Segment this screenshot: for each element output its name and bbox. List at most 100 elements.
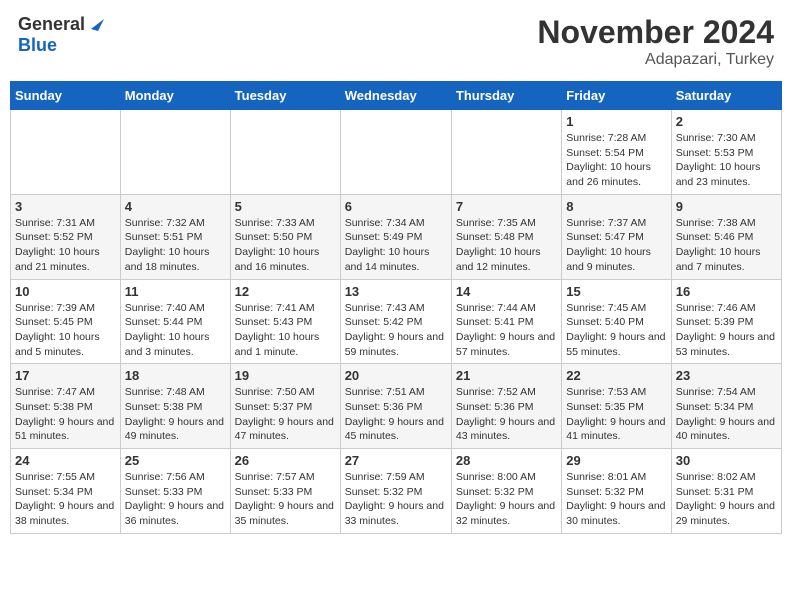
- day-info: Sunrise: 7:43 AM Sunset: 5:42 PM Dayligh…: [345, 301, 447, 360]
- calendar-cell: 10Sunrise: 7:39 AM Sunset: 5:45 PM Dayli…: [11, 279, 121, 364]
- calendar-table: SundayMondayTuesdayWednesdayThursdayFrid…: [10, 81, 782, 534]
- calendar-cell: 14 Sunrise: 7:44 AM Sunset: 5:41 PM Dayli…: [451, 279, 561, 364]
- calendar-cell: 17 Sunrise: 7:47 AM Sunset: 5:38 PM Dayli…: [11, 364, 121, 449]
- day-number: 19: [235, 368, 336, 383]
- title-area: November 2024 Adapazari, Turkey: [537, 14, 774, 69]
- calendar-cell: [11, 110, 121, 195]
- calendar-cell: 5 Sunrise: 7:33 AM Sunset: 5:50 PM Daylig…: [230, 194, 340, 279]
- calendar-cell: 13 Sunrise: 7:43 AM Sunset: 5:42 PM Dayli…: [340, 279, 451, 364]
- day-info: Sunrise: 7:44 AM Sunset: 5:41 PM Dayligh…: [456, 301, 557, 360]
- location-title: Adapazari, Turkey: [537, 51, 774, 69]
- day-info: Sunrise: 7:48 AM Sunset: 5:38 PM Dayligh…: [125, 385, 226, 444]
- day-info: Sunrise: 7:35 AM Sunset: 5:48 PM Dayligh…: [456, 216, 557, 275]
- day-number: 23: [676, 368, 777, 383]
- calendar-cell: 24 Sunrise: 7:55 AM Sunset: 5:34 PM Dayli…: [11, 449, 121, 534]
- day-number: 25: [125, 453, 226, 468]
- day-number: 2: [676, 114, 777, 129]
- calendar-day-header: Friday: [562, 82, 671, 110]
- calendar-cell: 28 Sunrise: 8:00 AM Sunset: 5:32 PM Dayli…: [451, 449, 561, 534]
- calendar-cell: [230, 110, 340, 195]
- day-number: 20: [345, 368, 447, 383]
- day-info: Sunrise: 7:40 AM Sunset: 5:44 PM Dayligh…: [125, 301, 226, 360]
- day-number: 28: [456, 453, 557, 468]
- calendar-week-row: 17 Sunrise: 7:47 AM Sunset: 5:38 PM Dayli…: [11, 364, 782, 449]
- day-number: 22: [566, 368, 666, 383]
- day-number: 14: [456, 284, 557, 299]
- day-info: Sunrise: 7:50 AM Sunset: 5:37 PM Dayligh…: [235, 385, 336, 444]
- day-info: Sunrise: 7:52 AM Sunset: 5:36 PM Dayligh…: [456, 385, 557, 444]
- calendar-day-header: Thursday: [451, 82, 561, 110]
- day-number: 12: [235, 284, 336, 299]
- calendar-cell: 9Sunrise: 7:38 AM Sunset: 5:46 PM Daylig…: [671, 194, 781, 279]
- day-info: Sunrise: 7:45 AM Sunset: 5:40 PM Dayligh…: [566, 301, 666, 360]
- day-number: 7: [456, 199, 557, 214]
- day-number: 16: [676, 284, 777, 299]
- day-info: Sunrise: 7:56 AM Sunset: 5:33 PM Dayligh…: [125, 470, 226, 529]
- page-header: General Blue November 2024 Adapazari, Tu…: [10, 10, 782, 73]
- day-number: 26: [235, 453, 336, 468]
- calendar-cell: 26Sunrise: 7:57 AM Sunset: 5:33 PM Dayli…: [230, 449, 340, 534]
- day-info: Sunrise: 7:55 AM Sunset: 5:34 PM Dayligh…: [15, 470, 116, 529]
- logo-general-text: General: [18, 14, 85, 35]
- calendar-day-header: Tuesday: [230, 82, 340, 110]
- calendar-cell: 20 Sunrise: 7:51 AM Sunset: 5:36 PM Dayli…: [340, 364, 451, 449]
- day-number: 24: [15, 453, 116, 468]
- day-info: Sunrise: 7:31 AM Sunset: 5:52 PM Dayligh…: [15, 216, 116, 275]
- day-number: 30: [676, 453, 777, 468]
- calendar-cell: 29 Sunrise: 8:01 AM Sunset: 5:32 PM Dayli…: [562, 449, 671, 534]
- day-info: Sunrise: 7:51 AM Sunset: 5:36 PM Dayligh…: [345, 385, 447, 444]
- day-info: Sunrise: 7:47 AM Sunset: 5:38 PM Dayligh…: [15, 385, 116, 444]
- calendar-cell: 21 Sunrise: 7:52 AM Sunset: 5:36 PM Dayli…: [451, 364, 561, 449]
- calendar-cell: 15 Sunrise: 7:45 AM Sunset: 5:40 PM Dayli…: [562, 279, 671, 364]
- day-info: Sunrise: 8:01 AM Sunset: 5:32 PM Dayligh…: [566, 470, 666, 529]
- calendar-cell: 22 Sunrise: 7:53 AM Sunset: 5:35 PM Dayli…: [562, 364, 671, 449]
- calendar-cell: 12 Sunrise: 7:41 AM Sunset: 5:43 PM Dayli…: [230, 279, 340, 364]
- calendar-cell: 23Sunrise: 7:54 AM Sunset: 5:34 PM Dayli…: [671, 364, 781, 449]
- calendar-day-header: Sunday: [11, 82, 121, 110]
- calendar-week-row: 1 Sunrise: 7:28 AM Sunset: 5:54 PM Daylig…: [11, 110, 782, 195]
- calendar-cell: 11 Sunrise: 7:40 AM Sunset: 5:44 PM Dayli…: [120, 279, 230, 364]
- day-number: 3: [15, 199, 116, 214]
- calendar-cell: 4 Sunrise: 7:32 AM Sunset: 5:51 PM Daylig…: [120, 194, 230, 279]
- logo-bird-icon: [86, 15, 104, 33]
- calendar-cell: [451, 110, 561, 195]
- day-number: 9: [676, 199, 777, 214]
- day-info: Sunrise: 7:53 AM Sunset: 5:35 PM Dayligh…: [566, 385, 666, 444]
- day-number: 15: [566, 284, 666, 299]
- calendar-week-row: 10Sunrise: 7:39 AM Sunset: 5:45 PM Dayli…: [11, 279, 782, 364]
- calendar-cell: 3 Sunrise: 7:31 AM Sunset: 5:52 PM Daylig…: [11, 194, 121, 279]
- day-number: 17: [15, 368, 116, 383]
- calendar-cell: 19 Sunrise: 7:50 AM Sunset: 5:37 PM Dayli…: [230, 364, 340, 449]
- day-info: Sunrise: 7:59 AM Sunset: 5:32 PM Dayligh…: [345, 470, 447, 529]
- calendar-cell: [340, 110, 451, 195]
- calendar-cell: 8 Sunrise: 7:37 AM Sunset: 5:47 PM Daylig…: [562, 194, 671, 279]
- calendar-day-header: Monday: [120, 82, 230, 110]
- day-number: 8: [566, 199, 666, 214]
- day-number: 5: [235, 199, 336, 214]
- calendar-cell: 1 Sunrise: 7:28 AM Sunset: 5:54 PM Daylig…: [562, 110, 671, 195]
- day-info: Sunrise: 7:28 AM Sunset: 5:54 PM Dayligh…: [566, 131, 666, 190]
- calendar-cell: 25 Sunrise: 7:56 AM Sunset: 5:33 PM Dayli…: [120, 449, 230, 534]
- day-info: Sunrise: 7:37 AM Sunset: 5:47 PM Dayligh…: [566, 216, 666, 275]
- day-number: 6: [345, 199, 447, 214]
- day-info: Sunrise: 7:41 AM Sunset: 5:43 PM Dayligh…: [235, 301, 336, 360]
- calendar-cell: 27Sunrise: 7:59 AM Sunset: 5:32 PM Dayli…: [340, 449, 451, 534]
- day-info: Sunrise: 7:32 AM Sunset: 5:51 PM Dayligh…: [125, 216, 226, 275]
- day-number: 13: [345, 284, 447, 299]
- day-info: Sunrise: 7:33 AM Sunset: 5:50 PM Dayligh…: [235, 216, 336, 275]
- day-number: 1: [566, 114, 666, 129]
- day-info: Sunrise: 8:00 AM Sunset: 5:32 PM Dayligh…: [456, 470, 557, 529]
- calendar-header-row: SundayMondayTuesdayWednesdayThursdayFrid…: [11, 82, 782, 110]
- calendar-cell: [120, 110, 230, 195]
- calendar-week-row: 3 Sunrise: 7:31 AM Sunset: 5:52 PM Daylig…: [11, 194, 782, 279]
- day-number: 4: [125, 199, 226, 214]
- day-number: 21: [456, 368, 557, 383]
- calendar-cell: 18Sunrise: 7:48 AM Sunset: 5:38 PM Dayli…: [120, 364, 230, 449]
- calendar-cell: 7 Sunrise: 7:35 AM Sunset: 5:48 PM Daylig…: [451, 194, 561, 279]
- calendar-week-row: 24 Sunrise: 7:55 AM Sunset: 5:34 PM Dayli…: [11, 449, 782, 534]
- logo: General Blue: [18, 14, 104, 56]
- calendar-cell: 30Sunrise: 8:02 AM Sunset: 5:31 PM Dayli…: [671, 449, 781, 534]
- day-number: 29: [566, 453, 666, 468]
- day-info: Sunrise: 7:46 AM Sunset: 5:39 PM Dayligh…: [676, 301, 777, 360]
- day-number: 11: [125, 284, 226, 299]
